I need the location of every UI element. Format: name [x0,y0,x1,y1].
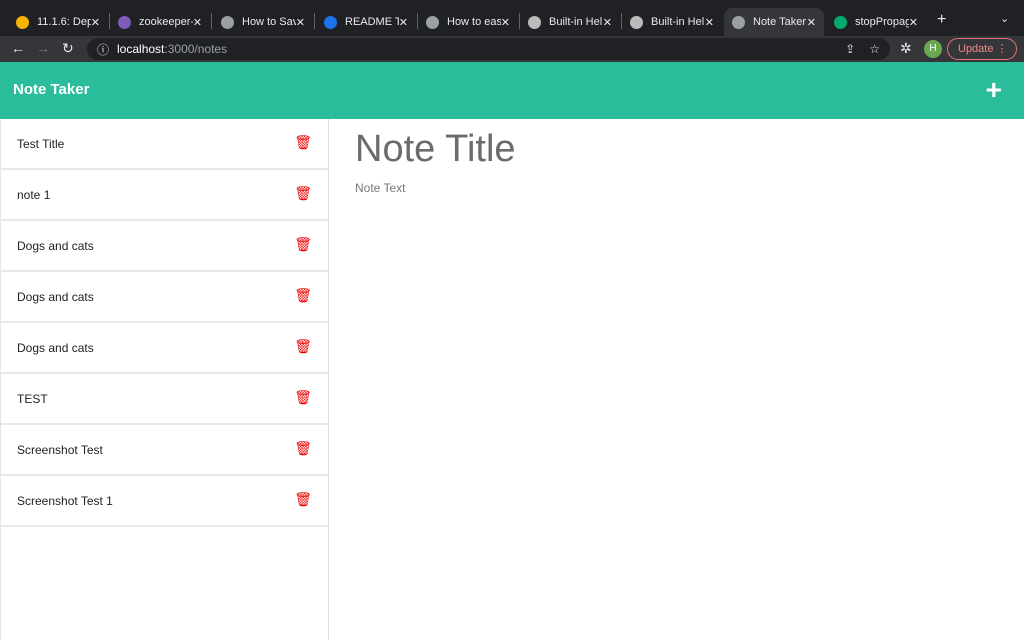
globe-icon [732,15,745,29]
trash-icon[interactable]: 🗑︎ [294,491,312,508]
browser-tab[interactable]: How to eas ✕ [418,8,518,36]
close-icon[interactable]: ✕ [705,16,714,29]
note-list-item[interactable]: Screenshot Test 🗑︎ [1,425,328,476]
new-tab-icon[interactable]: + [937,11,946,29]
note-item-title: Dogs and cats [17,340,94,355]
url-path: :3000/notes [164,42,228,56]
note-list: Test Title 🗑︎ note 1 🗑︎ Dogs and cats 🗑︎ Dogs … [0,119,329,640]
trash-icon[interactable]: 🗑︎ [294,185,312,202]
close-icon[interactable]: ✕ [909,16,918,29]
url-input[interactable]: ⓘ localhost:3000/notes ⇪ ☆ [87,38,890,60]
heroku-icon [118,15,131,29]
url-host: localhost [117,42,165,56]
handlebars-icon [630,15,643,29]
tab-title: README Te [345,16,399,28]
trash-icon[interactable]: 🗑︎ [294,389,312,406]
add-note-button[interactable]: + [986,74,1002,106]
handlebars-icon [528,15,541,29]
browser-tab[interactable]: 11.1.6: Depl ✕ [8,8,108,36]
note-list-item[interactable]: Dogs and cats 🗑︎ [1,272,328,323]
globe-icon [221,15,234,29]
note-item-title: Dogs and cats [17,238,94,253]
trash-icon[interactable]: 🗑︎ [294,287,312,304]
extensions-icon[interactable]: ✲ [900,40,912,57]
back-icon[interactable]: ← [11,40,25,56]
globe-icon [426,15,439,29]
w3-icon [834,15,847,29]
note-list-item[interactable]: Dogs and cats 🗑︎ [1,221,328,272]
note-item-title: Screenshot Test 1 [17,493,113,508]
tab-title: How to Sav [242,16,296,28]
browser-tab[interactable]: How to Sav ✕ [213,8,313,36]
note-list-item[interactable]: note 1 🗑︎ [1,170,328,221]
app-header: Note Taker + [0,62,1024,119]
note-editor: Note Title Note Text [355,128,516,195]
note-list-item[interactable]: Test Title 🗑︎ [1,119,328,170]
update-button[interactable]: Update ⋮ [947,38,1017,60]
note-item-title: Test Title [17,136,65,151]
note-title-input[interactable]: Note Title [355,128,516,171]
note-list-item[interactable]: TEST 🗑︎ [1,374,328,425]
note-item-title: Dogs and cats [17,289,94,304]
trash-icon[interactable]: 🗑︎ [294,440,312,457]
info-icon[interactable]: ⓘ [97,41,109,58]
close-icon[interactable]: ✕ [296,16,305,29]
address-bar: ← → ↻ ⓘ localhost:3000/notes ⇪ ☆ ✲ H Upd… [0,36,1024,62]
note-item-title: Screenshot Test [17,442,103,457]
close-icon[interactable]: ✕ [399,16,408,29]
tab-title: How to eas [447,16,501,28]
share-icon[interactable]: ⇪ [845,42,855,56]
tab-title: zookeeper- [139,16,193,28]
update-label: Update [958,43,994,55]
docs-icon [16,15,29,29]
tab-title: Built-in Hel [651,16,705,28]
note-item-title: TEST [17,391,48,406]
note-list-item[interactable]: Screenshot Test 1 🗑︎ [1,476,328,527]
tab-title: stopPropag [855,16,909,28]
tab-title: Built-in Hel [549,16,603,28]
trash-icon[interactable]: 🗑︎ [294,134,312,151]
close-icon[interactable]: ✕ [193,16,202,29]
reload-icon[interactable]: ↻ [62,40,74,57]
star-icon[interactable]: ☆ [869,42,880,56]
close-icon[interactable]: ✕ [501,16,510,29]
tab-title: 11.1.6: Depl [37,16,91,28]
note-item-title: note 1 [17,187,51,202]
browser-tab[interactable]: Note Taker ✕ [724,8,824,36]
forward-icon[interactable]: → [36,40,50,56]
chevron-down-icon[interactable]: ⌄ [1000,12,1009,25]
trash-icon[interactable]: 🗑︎ [294,338,312,355]
tab-bar: 11.1.6: Depl ✕ zookeeper- ✕ How to Sav ✕ READM… [0,0,1024,36]
browser-tab[interactable]: stopPropag ✕ [826,8,926,36]
note-text-input[interactable]: Note Text [355,181,516,195]
browser-tab[interactable]: Built-in Hel ✕ [622,8,722,36]
note-list-item[interactable]: Dogs and cats 🗑︎ [1,323,328,374]
close-icon[interactable]: ✕ [603,16,612,29]
tab-title: Note Taker [753,16,806,28]
brand[interactable]: Note Taker [13,81,89,98]
trash-icon[interactable]: 🗑︎ [294,236,312,253]
browser-tab[interactable]: README Te✕ [316,8,416,36]
tab-separator [211,13,212,29]
browser-tab[interactable]: Built-in Hel ✕ [520,8,620,36]
avatar[interactable]: H [924,40,942,58]
tab-separator [314,13,315,29]
browser-tab[interactable]: zookeeper- ✕ [110,8,210,36]
x-icon [324,15,337,29]
close-icon[interactable]: ✕ [807,16,816,29]
close-icon[interactable]: ✕ [91,16,100,29]
